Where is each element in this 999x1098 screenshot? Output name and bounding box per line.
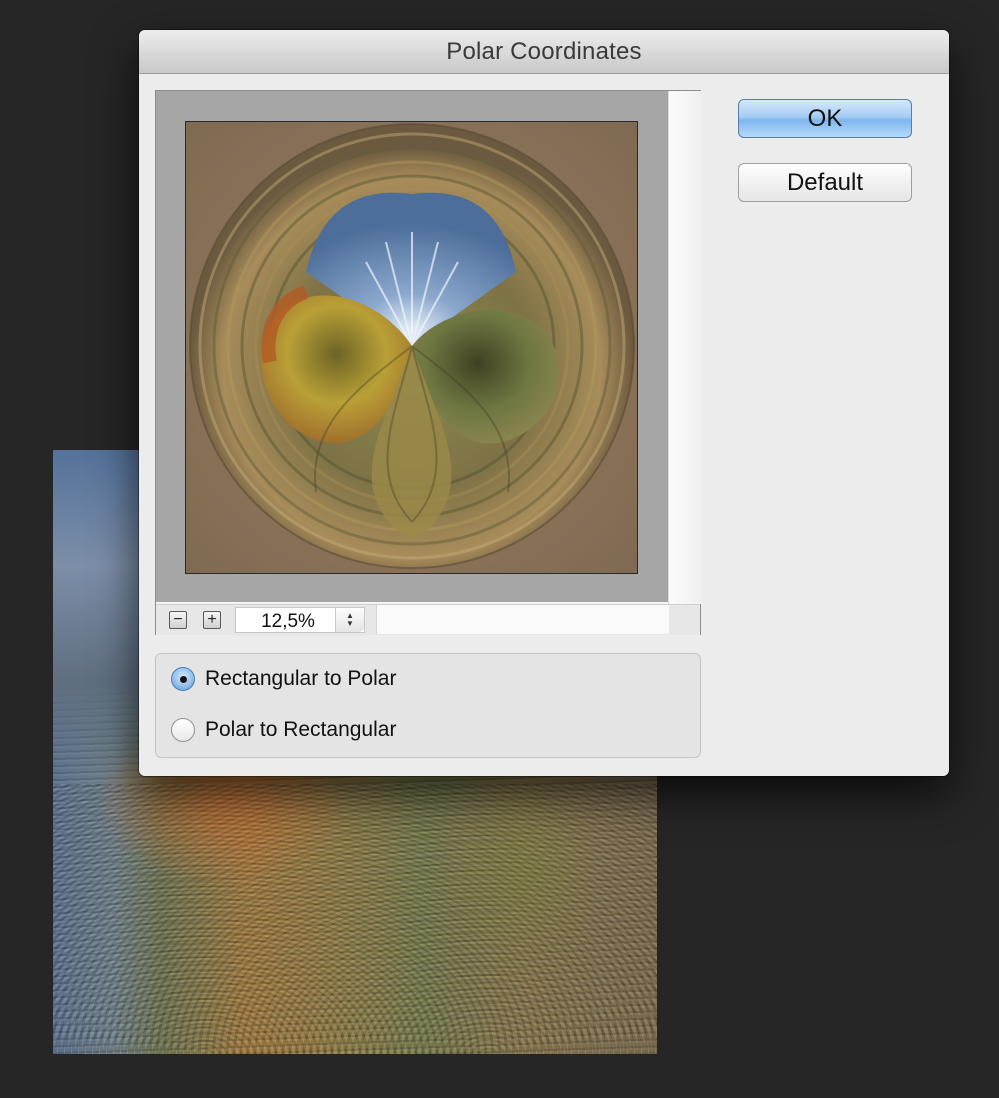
option-rectangular-to-polar[interactable]: Rectangular to Polar — [171, 667, 396, 691]
radio-dot — [179, 675, 187, 683]
polar-preview-graphic — [186, 122, 637, 573]
radio-button-checked[interactable] — [171, 667, 195, 691]
ok-button[interactable]: OK — [738, 99, 912, 138]
zoom-in-icon[interactable]: + — [203, 611, 221, 629]
preview-scrollbar[interactable] — [668, 91, 701, 604]
radio-button[interactable] — [171, 718, 195, 742]
stepper-down-icon[interactable]: ▼ — [346, 620, 354, 628]
option-label: Polar to Rectangular — [205, 718, 397, 741]
zoom-level-field[interactable]: 12,5% ▲ ▼ — [235, 607, 365, 633]
dialog-title: Polar Coordinates — [446, 37, 642, 65]
option-label: Rectangular to Polar — [205, 667, 397, 690]
conversion-options-group: Rectangular to Polar Polar to Rectangula… — [155, 653, 701, 758]
polar-coordinates-dialog: Polar Coordinates − + 12,5% ▲ ▼ Rectangu… — [139, 30, 949, 776]
background-ridge-pattern — [53, 784, 657, 1054]
zoom-out-icon[interactable]: − — [169, 611, 187, 629]
dialog-titlebar: Polar Coordinates — [139, 30, 949, 74]
background-sky-strip — [53, 450, 143, 780]
zoom-bar-filler — [376, 605, 669, 634]
preview-viewport[interactable] — [156, 91, 668, 602]
preview-image[interactable] — [185, 121, 638, 574]
preview-panel: − + 12,5% ▲ ▼ — [155, 90, 701, 635]
stepper-arrows-icon[interactable]: ▲ ▼ — [335, 608, 364, 632]
option-polar-to-rectangular[interactable]: Polar to Rectangular — [171, 718, 396, 742]
zoom-level-value: 12,5% — [261, 611, 315, 632]
default-button[interactable]: Default — [738, 163, 912, 202]
zoom-bar: − + 12,5% ▲ ▼ — [156, 604, 700, 635]
